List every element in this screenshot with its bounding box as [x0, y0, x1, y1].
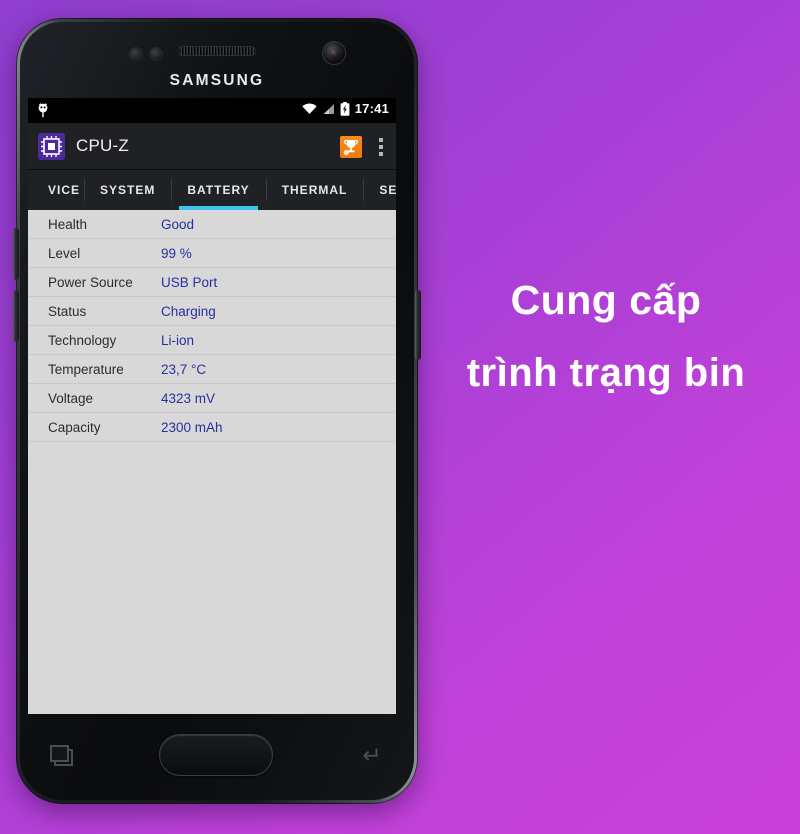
app-action-bar: CPU-Z	[28, 123, 396, 170]
status-icons	[302, 102, 350, 116]
row-label: Voltage	[48, 390, 94, 406]
cpu-chip-icon	[38, 132, 65, 160]
row-value: 2300 mAh	[161, 419, 223, 435]
front-camera-icon	[322, 41, 346, 65]
bottom-bezel: ↵	[28, 718, 406, 792]
status-bar: 17:41	[28, 98, 396, 123]
row-value: 23,7 °C	[161, 361, 207, 377]
overflow-dot	[379, 144, 383, 149]
row-value: Li-ion	[161, 332, 195, 348]
top-bezel: SAMSUNG	[16, 32, 418, 98]
row-label: Health	[48, 216, 88, 232]
table-row: Technology Li-ion	[28, 326, 396, 355]
overflow-menu-icon[interactable]	[376, 136, 386, 158]
overflow-dot	[379, 137, 383, 142]
row-value: 99 %	[161, 245, 192, 261]
tab-thermal[interactable]: THERMAL	[265, 170, 364, 210]
row-label: Capacity	[48, 419, 101, 435]
row-label: Temperature	[48, 361, 124, 377]
phone-screen: 17:41 CPU-Z VICE SYSTEM BATTERY THERMAL …	[28, 98, 396, 714]
wifi-icon	[302, 103, 317, 114]
table-row: Level 99 %	[28, 239, 396, 268]
table-row: Temperature 23,7 °C	[28, 355, 396, 384]
row-label: Status	[48, 303, 87, 319]
sensor-dot-left	[129, 47, 143, 61]
battery-charging-icon	[340, 102, 350, 116]
trophy-icon[interactable]	[340, 135, 362, 158]
device-brand-label: SAMSUNG	[169, 72, 265, 89]
marketing-copy: Cung cấp trình trạng bin	[428, 276, 784, 398]
row-value: Charging	[161, 303, 216, 319]
volume-down-button[interactable]	[13, 290, 19, 342]
table-row: Power Source USB Port	[28, 268, 396, 297]
volume-up-button[interactable]	[13, 228, 19, 280]
battery-info-list: Health Good Level 99 % Power Source USB …	[28, 210, 396, 714]
table-row: Status Charging	[28, 297, 396, 326]
back-key-icon[interactable]: ↵	[360, 744, 384, 767]
home-button[interactable]	[159, 734, 273, 776]
marketing-line-1: Cung cấp	[510, 277, 702, 323]
earpiece-speaker	[178, 46, 256, 56]
tab-system[interactable]: SYSTEM	[84, 170, 171, 210]
table-row: Capacity 2300 mAh	[28, 413, 396, 442]
promo-banner: SAMSUNG 17:41 CPU-Z VICE SYSTEM BATTERY …	[0, 0, 800, 834]
android-notification-icon	[36, 103, 50, 118]
row-value: Good	[161, 216, 195, 232]
recents-key-icon[interactable]	[50, 745, 73, 766]
marketing-line-2: trình trạng bin	[466, 351, 746, 396]
table-row: Health Good	[28, 210, 396, 239]
row-label: Technology	[48, 332, 117, 348]
proximity-sensor-icon	[129, 46, 175, 62]
status-bar-clock: 17:41	[354, 101, 389, 116]
overflow-dot	[379, 151, 383, 156]
table-row: Voltage 4323 mV	[28, 384, 396, 413]
sensor-dot-right	[149, 47, 163, 61]
tab-battery[interactable]: BATTERY	[171, 170, 265, 210]
row-value: USB Port	[161, 274, 218, 290]
tab-bar: VICE SYSTEM BATTERY THERMAL SENS	[28, 170, 396, 210]
power-button[interactable]	[415, 290, 421, 360]
tab-device[interactable]: VICE	[28, 170, 84, 210]
row-label: Power Source	[48, 274, 133, 290]
row-value: 4323 mV	[161, 390, 216, 406]
app-title: CPU-Z	[76, 136, 129, 155]
row-label: Level	[48, 245, 81, 261]
phone-device: SAMSUNG 17:41 CPU-Z VICE SYSTEM BATTERY …	[13, 18, 421, 804]
signal-icon	[323, 104, 334, 114]
action-bar-buttons	[340, 123, 386, 170]
tab-sensors[interactable]: SENS	[363, 170, 396, 210]
